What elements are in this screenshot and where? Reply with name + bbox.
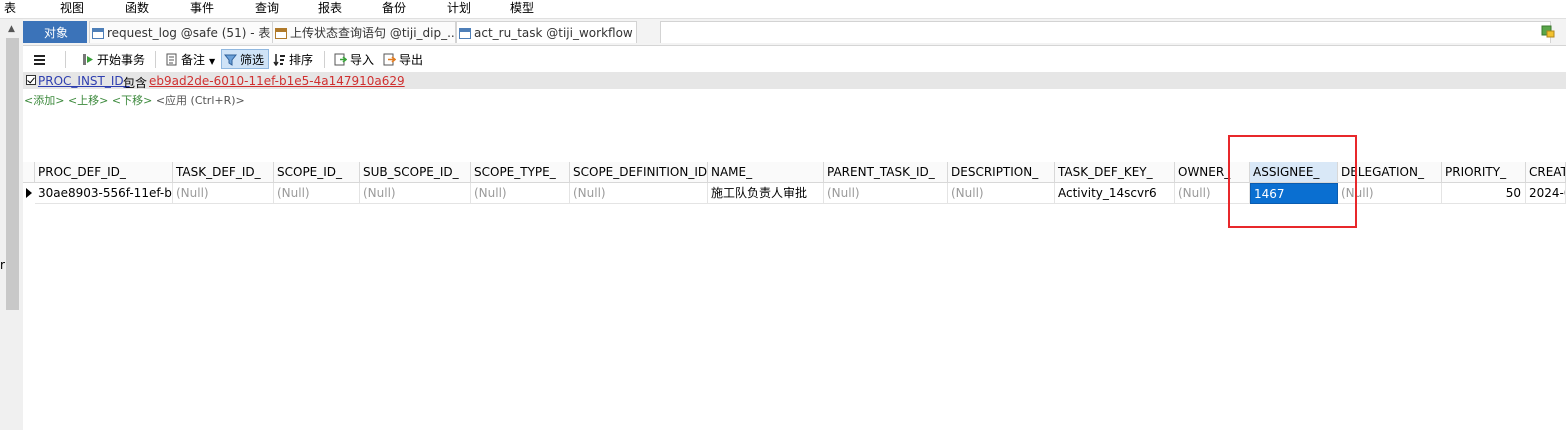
grid-cell[interactable]: 2024-08: [1526, 183, 1566, 204]
grid-cell[interactable]: (Null): [274, 183, 360, 204]
table-icon: [459, 28, 471, 39]
menu-schedule[interactable]: 计划: [447, 1, 471, 15]
filter-operator[interactable]: 包含: [123, 74, 147, 91]
menu-table[interactable]: 表: [4, 1, 16, 15]
left-panel-text: r: [0, 258, 5, 272]
column-header[interactable]: PARENT_TASK_ID_: [824, 162, 948, 183]
filter-apply-link[interactable]: <应用 (Ctrl+R)>: [156, 94, 245, 107]
grid-cell[interactable]: Activity_14scvr6: [1055, 183, 1175, 204]
grid-cell[interactable]: (Null): [824, 183, 948, 204]
column-header[interactable]: SUB_SCOPE_ID_: [360, 162, 471, 183]
menu-model[interactable]: 模型: [510, 1, 534, 15]
tab-request-log[interactable]: request_log @safe (51) - 表: [89, 21, 289, 43]
column-header[interactable]: PROC_DEF_ID_: [35, 162, 173, 183]
grid-cell[interactable]: 50: [1442, 183, 1526, 204]
memo-button[interactable]: 备注 ▼: [165, 50, 215, 70]
tab-label: request_log @safe (51) - 表: [107, 26, 271, 40]
menu-query[interactable]: 查询: [255, 1, 279, 15]
memo-label: 备注: [181, 53, 206, 67]
toolbar: 开始事务 备注 ▼ 筛选 排序 导入 导出: [23, 46, 1566, 72]
menu-function[interactable]: 函数: [125, 1, 149, 15]
sort-icon: [273, 54, 285, 66]
menu-button[interactable]: [33, 50, 49, 70]
grid-cell[interactable]: 30ae8903-556f-11ef-b1e5: [35, 183, 173, 204]
filter-actions: <添加> <上移> <下移> <应用 (Ctrl+R)>: [24, 92, 245, 108]
menu-event[interactable]: 事件: [190, 1, 214, 15]
table-icon: [92, 28, 104, 39]
tab-objects[interactable]: 对象: [23, 21, 87, 43]
filter-field-link[interactable]: PROC_INST_ID_: [38, 74, 130, 88]
tab-label: act_ru_task @tiji_workflow (...: [474, 26, 637, 40]
sort-button[interactable]: 排序: [273, 50, 313, 70]
grid-cell[interactable]: (Null): [173, 183, 274, 204]
filter-label: 筛选: [240, 53, 265, 67]
menu-bar: 表 视图 函数 事件 查询 报表 备份 计划 模型: [0, 0, 1566, 19]
import-button[interactable]: 导入: [334, 50, 374, 70]
menu-report[interactable]: 报表: [318, 1, 342, 15]
new-tab-icon[interactable]: [1540, 23, 1556, 39]
column-header[interactable]: DESCRIPTION_: [948, 162, 1055, 183]
column-header[interactable]: CREATE: [1526, 162, 1566, 183]
toolbar-separator: [65, 51, 66, 68]
query-icon: [275, 28, 287, 39]
tab-label: 上传状态查询语句 @tiji_dip_...: [290, 26, 456, 40]
begin-transaction-label: 开始事务: [97, 53, 146, 67]
tab-label: 对象: [43, 26, 68, 40]
filter-move-down-link[interactable]: <下移>: [112, 94, 152, 107]
column-header[interactable]: SCOPE_TYPE_: [471, 162, 570, 183]
menu-view[interactable]: 视图: [60, 1, 84, 15]
grid-cell[interactable]: 施工队负责人审批: [708, 183, 824, 204]
left-scrollbar[interactable]: [6, 38, 19, 310]
tab-upload-status-query[interactable]: 上传状态查询语句 @tiji_dip_...: [272, 21, 456, 43]
menu-backup[interactable]: 备份: [382, 1, 406, 15]
sort-label: 排序: [289, 53, 314, 67]
export-icon: [383, 53, 396, 66]
export-label: 导出: [399, 53, 424, 67]
begin-transaction-button[interactable]: 开始事务: [81, 50, 145, 70]
annotation-highlight-box: [1228, 135, 1357, 228]
memo-icon: [166, 53, 177, 66]
grid-cell[interactable]: (Null): [360, 183, 471, 204]
filter-move-up-link[interactable]: <上移>: [68, 94, 108, 107]
hamburger-icon: [34, 55, 45, 65]
toolbar-separator: [324, 51, 325, 68]
current-row-indicator-icon: [23, 183, 35, 204]
column-header[interactable]: TASK_DEF_ID_: [173, 162, 274, 183]
transaction-icon: [83, 54, 93, 65]
memo-dropdown-icon[interactable]: ▼: [209, 57, 215, 66]
column-header[interactable]: SCOPE_DEFINITION_ID_: [570, 162, 708, 183]
tab-bar: 对象 request_log @safe (51) - 表 上传状态查询语句 @…: [23, 19, 1566, 46]
tab-bar-empty-area: [660, 21, 1551, 43]
scroll-up-icon[interactable]: ▲: [8, 24, 15, 34]
column-header[interactable]: PRIORITY_: [1442, 162, 1526, 183]
filter-icon: [224, 54, 237, 66]
column-header[interactable]: TASK_DEF_KEY_: [1055, 162, 1175, 183]
toolbar-separator: [155, 51, 156, 68]
grid-cell[interactable]: (Null): [471, 183, 570, 204]
filter-add-link[interactable]: <添加>: [24, 94, 64, 107]
export-button[interactable]: 导出: [383, 50, 423, 70]
import-label: 导入: [350, 53, 375, 67]
tab-act-ru-task[interactable]: act_ru_task @tiji_workflow (...: [456, 21, 637, 43]
column-header[interactable]: NAME_: [708, 162, 824, 183]
column-header[interactable]: SCOPE_ID_: [274, 162, 360, 183]
grid-cell[interactable]: (Null): [948, 183, 1055, 204]
filter-enabled-checkbox[interactable]: [26, 75, 36, 85]
filter-button[interactable]: 筛选: [221, 49, 269, 69]
import-icon: [334, 53, 347, 66]
grid-cell[interactable]: (Null): [570, 183, 708, 204]
filter-value-link[interactable]: eb9ad2de-6010-11ef-b1e5-4a147910a629: [149, 74, 405, 88]
